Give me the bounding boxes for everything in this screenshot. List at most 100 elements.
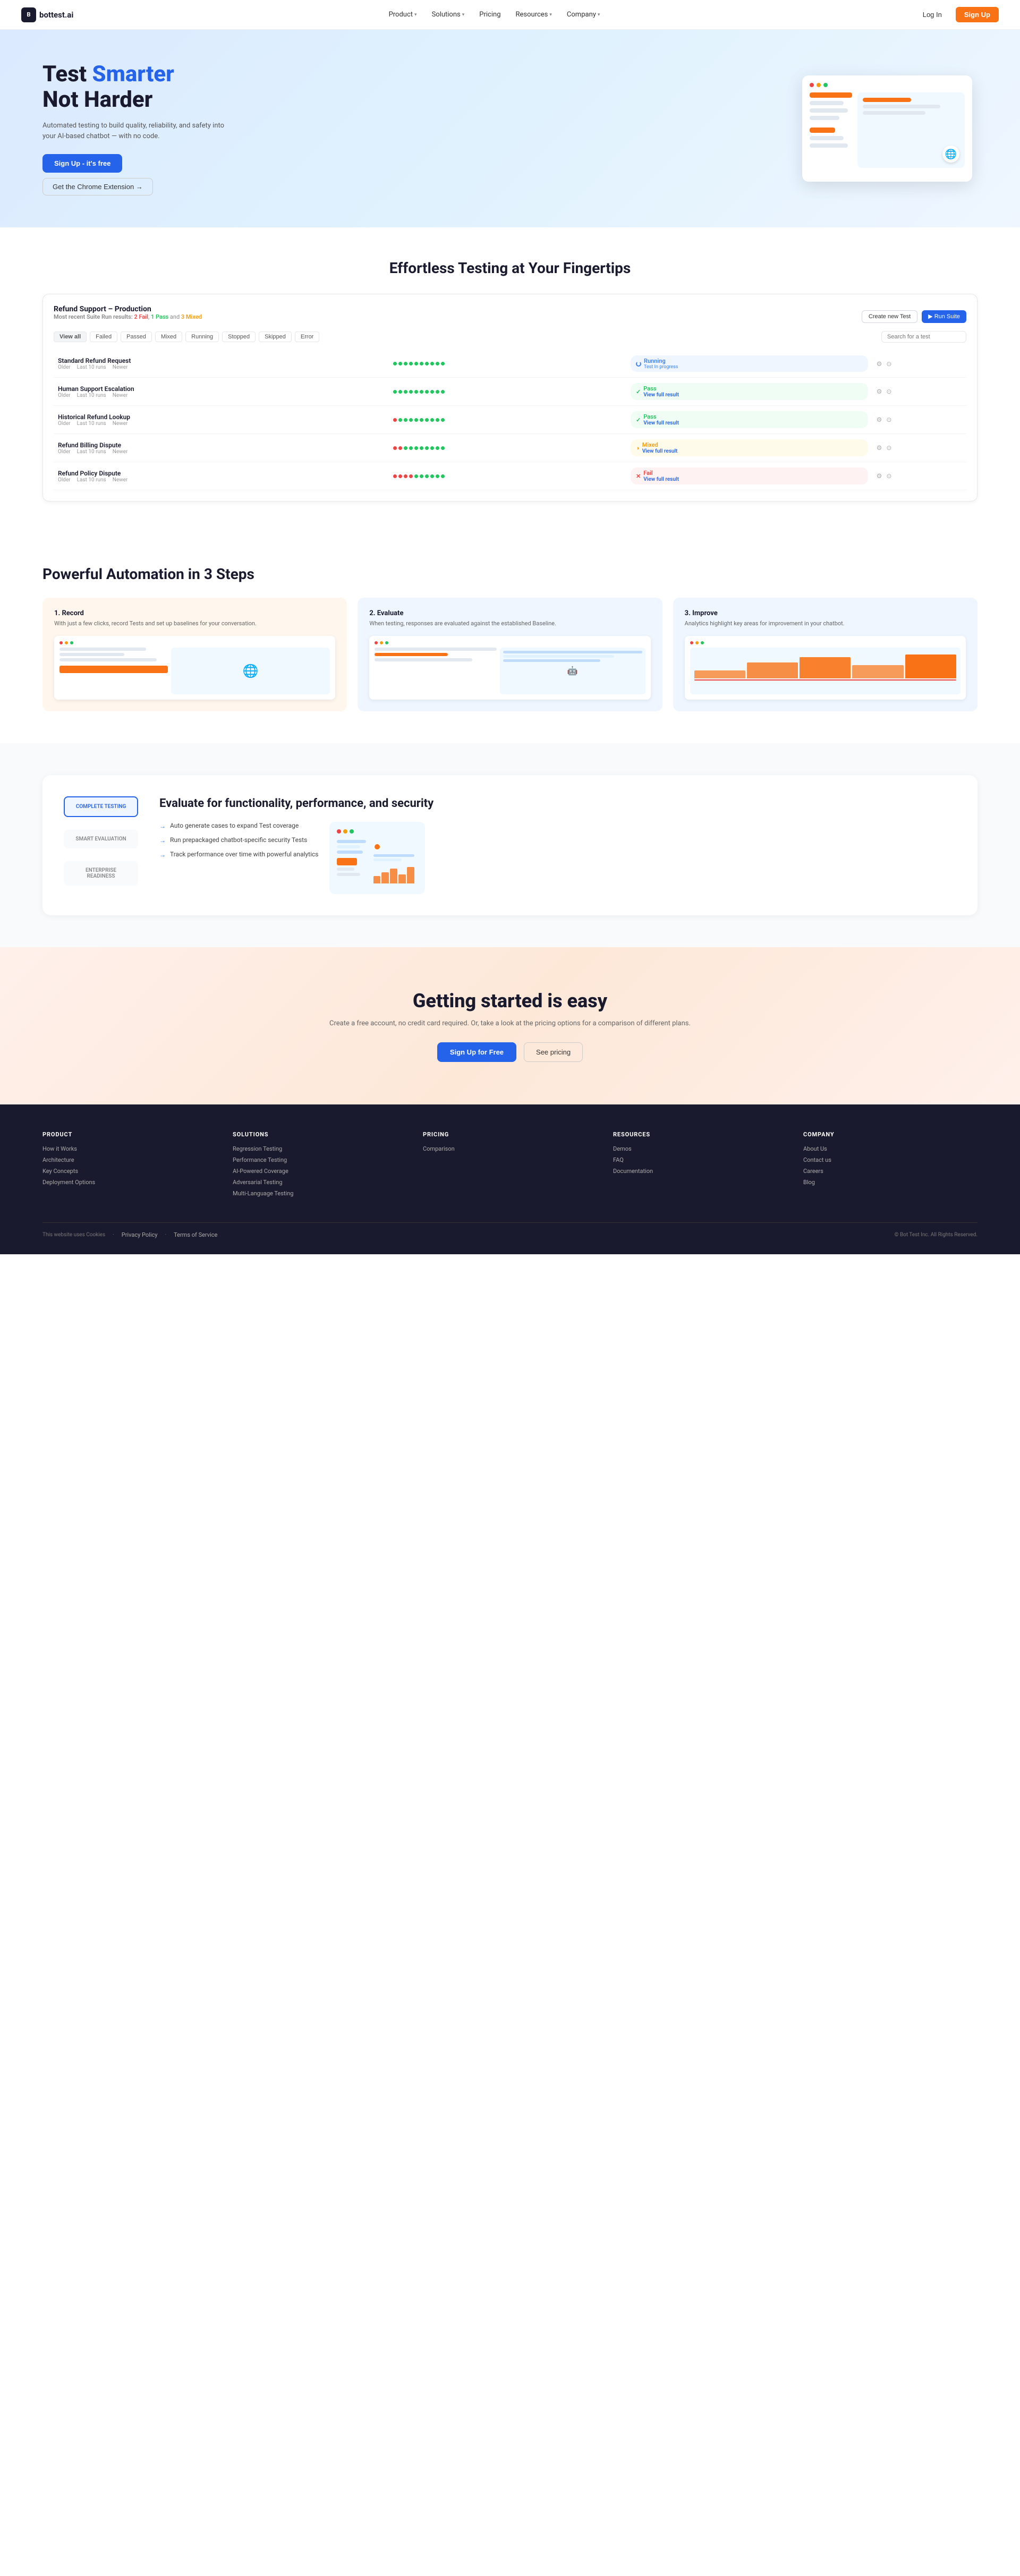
footer-link[interactable]: Multi-Language Testing (233, 1190, 407, 1197)
status-dot (441, 446, 445, 450)
footer-link[interactable]: Architecture (42, 1157, 217, 1163)
hero-signup-button[interactable]: Sign Up - it's free (42, 154, 122, 173)
test-panel: Refund Support – Production Most recent … (42, 294, 978, 501)
signup-button[interactable]: Sign Up (956, 7, 999, 22)
footer-link[interactable]: FAQ (613, 1157, 787, 1163)
last10-label: Last 10 runs (77, 364, 106, 370)
settings-icon[interactable]: ⚙ (877, 388, 882, 395)
settings-icon[interactable]: ⚙ (877, 472, 882, 480)
footer-link[interactable]: Performance Testing (233, 1157, 407, 1163)
status-dot (441, 474, 445, 478)
filter-running[interactable]: Running (185, 331, 219, 342)
last10-label: Last 10 runs (77, 477, 106, 483)
filter-mixed[interactable]: Mixed (155, 331, 182, 342)
nav-resources[interactable]: Resources ▾ (516, 11, 552, 19)
hero-image: 🌐 (797, 75, 978, 182)
hero-chrome-button[interactable]: Get the Chrome Extension → (42, 178, 153, 195)
settings-icon[interactable]: ⚙ (877, 444, 882, 452)
nav-solutions[interactable]: Solutions ▾ (432, 11, 465, 19)
logo[interactable]: B bottest.ai (21, 7, 73, 22)
more-icon[interactable]: ⊙ (886, 360, 891, 368)
nav-product[interactable]: Product ▾ (389, 11, 417, 19)
footer-link[interactable]: Adversarial Testing (233, 1179, 407, 1186)
footer-column: PRICINGComparison (423, 1131, 597, 1201)
newer-label: Newer (113, 477, 128, 483)
filter-passed[interactable]: Passed (121, 331, 152, 342)
filter-stopped[interactable]: Stopped (222, 331, 256, 342)
newer-label: Newer (113, 364, 128, 370)
run-suite-button[interactable]: ▶ Run Suite (922, 310, 966, 323)
chrome-icon: 🌐 (945, 149, 957, 160)
test-icons: ⚙ ⊙ (877, 388, 962, 395)
chevron-down-icon: ▾ (598, 12, 600, 18)
step-number: 2. Evaluate (369, 609, 650, 617)
nav-company[interactable]: Company ▾ (567, 11, 600, 19)
step-card: 1. Record With just a few clicks, record… (42, 598, 347, 711)
footer-link[interactable]: Blog (803, 1179, 978, 1186)
status-dot (404, 446, 407, 450)
more-icon[interactable]: ⊙ (886, 416, 891, 423)
test-name: Refund Policy Dispute (58, 470, 385, 477)
evaluate-section: COMPLETE TESTING SMART EVALUATION ENTERPRI… (0, 743, 1020, 948)
last10-label: Last 10 runs (77, 449, 106, 455)
footer-link[interactable]: Regression Testing (233, 1145, 407, 1152)
cta-pricing-button[interactable]: See pricing (524, 1042, 583, 1062)
cta-section: Getting started is easy Create a free ac… (0, 947, 1020, 1104)
settings-icon[interactable]: ⚙ (877, 416, 882, 423)
test-meta: Older Last 10 runs Newer (58, 421, 385, 427)
filter-skipped[interactable]: Skipped (259, 331, 292, 342)
more-icon[interactable]: ⊙ (886, 444, 891, 452)
status-label: Pass (643, 385, 679, 392)
step-mockup (685, 636, 966, 700)
terms-link[interactable]: Terms of Service (174, 1231, 217, 1238)
create-test-button[interactable]: Create new Test (862, 310, 917, 323)
more-icon[interactable]: ⊙ (886, 472, 891, 480)
nav-pricing[interactable]: Pricing (479, 11, 500, 19)
settings-icon[interactable]: ⚙ (877, 360, 882, 368)
footer-link[interactable]: Documentation (613, 1168, 787, 1175)
step-mockup: 🌐 (54, 636, 335, 700)
footer-link[interactable]: Contact us (803, 1157, 978, 1163)
footer-link[interactable]: Careers (803, 1168, 978, 1175)
more-icon[interactable]: ⊙ (886, 388, 891, 395)
login-button[interactable]: Log In (915, 7, 949, 22)
older-label: Older (58, 421, 71, 427)
eval-features: Auto generate cases to expand Test cover… (159, 822, 319, 858)
eval-sidebar-item[interactable]: SMART EVALUATION (64, 830, 138, 848)
test-name-cell: Standard Refund Request Older Last 10 ru… (54, 350, 389, 378)
filter-error[interactable]: Error (295, 331, 319, 342)
view-result-link[interactable]: View full result (643, 477, 679, 482)
mockup-dots (810, 83, 965, 87)
actions-cell: ⚙ ⊙ (872, 378, 966, 406)
footer-link[interactable]: AI-Powered Coverage (233, 1168, 407, 1175)
footer-link[interactable]: Comparison (423, 1145, 597, 1152)
cta-signup-button[interactable]: Sign Up for Free (437, 1042, 516, 1062)
cta-title: Getting started is easy (42, 990, 978, 1012)
status-badge: ✕ FailView full result (631, 467, 868, 484)
step-mockup: 🤖 (369, 636, 650, 700)
status-dot (420, 446, 423, 450)
footer-link[interactable]: About Us (803, 1145, 978, 1152)
navbar: B bottest.ai Product ▾ Solutions ▾ Prici… (0, 0, 1020, 30)
footer-link[interactable]: Key Concepts (42, 1168, 217, 1175)
view-result-link[interactable]: View full result (643, 420, 679, 426)
filter-failed[interactable]: Failed (90, 331, 117, 342)
test-meta: Older Last 10 runs Newer (58, 449, 385, 455)
footer-link[interactable]: Deployment Options (42, 1179, 217, 1186)
footer-link[interactable]: Demos (613, 1145, 787, 1152)
privacy-link[interactable]: Privacy Policy (122, 1231, 158, 1238)
view-result-link[interactable]: View full result (642, 448, 678, 454)
status-dot (414, 362, 418, 365)
footer-link[interactable]: How it Works (42, 1145, 217, 1152)
eval-sidebar-item[interactable]: COMPLETE TESTING (64, 796, 138, 817)
search-input[interactable] (881, 331, 966, 343)
status-dot (441, 418, 445, 422)
dots-row (393, 446, 622, 450)
view-result-link[interactable]: View full result (643, 392, 679, 398)
dot-yellow (817, 83, 821, 87)
dots-cell (389, 434, 626, 462)
eval-sidebar-item[interactable]: ENTERPRISE READINESS (64, 861, 138, 886)
table-row: Historical Refund Lookup Older Last 10 r… (54, 406, 966, 434)
filter-view-all[interactable]: View all (54, 331, 87, 342)
status-cell: ◑ MixedView full result (626, 434, 872, 462)
